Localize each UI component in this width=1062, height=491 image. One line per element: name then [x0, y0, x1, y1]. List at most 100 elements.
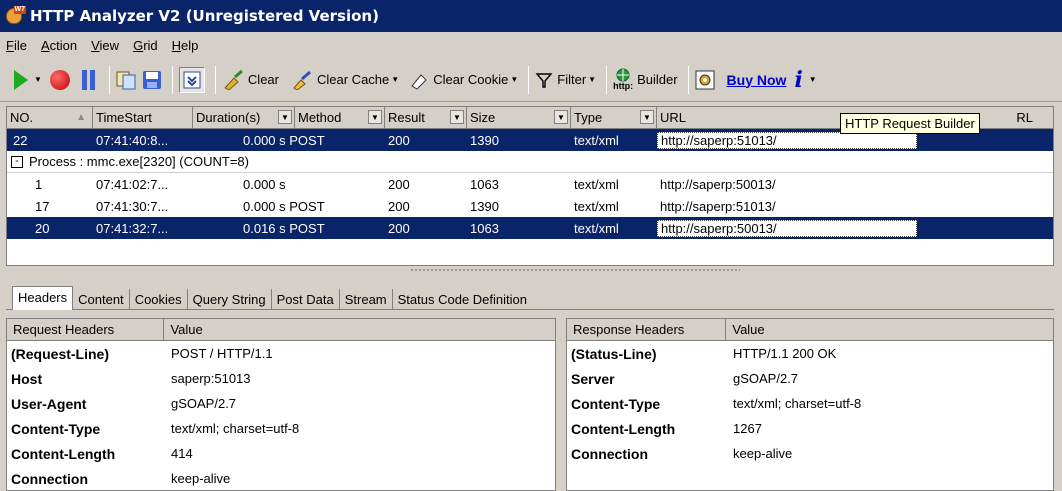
filter-button[interactable]: Filter ▼ — [535, 65, 596, 95]
filter-label: Filter — [557, 72, 587, 87]
menu-view[interactable]: View — [91, 38, 119, 53]
start-button[interactable]: ▼ — [10, 65, 42, 95]
chevron-down-icon[interactable]: ▼ — [809, 75, 817, 84]
tab-post-data[interactable]: Post Data — [272, 289, 340, 310]
tab-status-code-definition[interactable]: Status Code Definition — [393, 289, 532, 310]
chevron-down-icon: ▼ — [450, 110, 464, 124]
pause-icon — [81, 69, 95, 90]
col-size[interactable]: Size ▼ — [467, 107, 571, 128]
chevron-down-icon[interactable]: ▼ — [34, 75, 42, 84]
process-group-row[interactable]: - Process : mmc.exe[2320] (COUNT=8) — [7, 151, 1053, 173]
col-type[interactable]: Type ▼ — [571, 107, 657, 128]
col-method[interactable]: Method ▼ — [295, 107, 385, 128]
clear-button[interactable]: Clear — [222, 65, 279, 95]
tab-cookies[interactable]: Cookies — [130, 289, 188, 310]
copy-icon — [116, 71, 136, 89]
cell-result: 200 — [388, 132, 410, 148]
tab-content[interactable]: Content — [73, 289, 130, 310]
menu-help[interactable]: Help — [172, 38, 199, 53]
cell-size: 1390 — [470, 132, 499, 148]
list-item[interactable]: Content-Type text/xml; charset=utf-8 — [567, 391, 1053, 416]
col-duration[interactable]: Duration(s) ▼ — [193, 107, 295, 128]
list-item[interactable]: Connection keep-alive — [567, 441, 1053, 466]
save-button[interactable] — [142, 65, 162, 95]
chevron-down-icon: ▼ — [510, 75, 519, 84]
col-result[interactable]: Result ▼ — [385, 107, 467, 128]
stop-button[interactable] — [46, 65, 74, 95]
cell-type: text/xml — [574, 176, 619, 192]
menu-file[interactable]: File — [6, 38, 27, 53]
cell-time: 07:41:30:7... — [96, 198, 169, 214]
info-icon[interactable]: i — [794, 67, 802, 93]
save-icon — [142, 70, 161, 89]
chevron-down-icon: ▼ — [391, 75, 400, 84]
process-group-label: Process : mmc.exe[2320] (COUNT=8) — [29, 154, 249, 169]
list-item[interactable]: Server gSOAP/2.7 — [567, 366, 1053, 391]
collapse-icon[interactable]: - — [11, 155, 23, 168]
tab-query-string[interactable]: Query String — [188, 289, 272, 310]
chevron-down-icon: ▼ — [588, 75, 597, 84]
table-row[interactable]: 20 07:41:32:7... 0.016 s POST 200 1063 t… — [7, 217, 1053, 239]
pause-button[interactable] — [78, 65, 99, 95]
col-url-tail: RL — [1016, 110, 1033, 125]
cell-type: text/xml — [574, 220, 619, 236]
clear-cache-button[interactable]: Clear Cache ▼ — [291, 65, 399, 95]
col-no[interactable]: NO. ▲ — [7, 107, 93, 128]
builder-button[interactable]: http: Builder — [613, 65, 678, 95]
cell-duration: 0.016 s POST — [243, 220, 325, 236]
autoscroll-button[interactable] — [178, 66, 205, 93]
cell-size: 1063 — [470, 220, 499, 236]
tab-stream[interactable]: Stream — [340, 289, 393, 310]
detail-tabs: Headers Content Cookies Query String Pos… — [12, 286, 532, 310]
cell-result: 200 — [388, 198, 410, 214]
list-item[interactable]: Content-Type text/xml; charset=utf-8 — [7, 416, 555, 441]
col-value[interactable]: Value — [164, 319, 555, 340]
cell-no: 20 — [35, 220, 50, 236]
list-item[interactable]: Content-Length 1267 — [567, 416, 1053, 441]
filter-icon — [535, 72, 553, 88]
cell-result: 200 — [388, 220, 410, 236]
cell-duration: 0.000 s POST — [243, 198, 325, 214]
title-bar: W7 HTTP Analyzer V2 (Unregistered Versio… — [0, 0, 1062, 32]
cell-duration: 0.000 s POST — [243, 132, 325, 148]
table-row[interactable]: 1 07:41:02:7... 0.000 s 200 1063 text/xm… — [7, 173, 1053, 195]
tab-headers[interactable]: Headers — [12, 286, 74, 310]
gear-icon — [695, 70, 715, 89]
list-item[interactable]: Content-Length 414 — [7, 441, 555, 466]
cell-result: 200 — [388, 176, 410, 192]
settings-button[interactable] — [695, 65, 715, 95]
clear-label: Clear — [247, 72, 279, 87]
clear-cookie-label: Clear Cookie — [433, 72, 509, 87]
cell-type: text/xml — [574, 198, 619, 214]
list-item[interactable]: Connection keep-alive — [7, 466, 555, 490]
response-headers-panel[interactable]: Response Headers Value (Status-Line) HTTP… — [566, 318, 1054, 491]
cell-no: 17 — [35, 198, 50, 214]
list-item[interactable]: User-Agent gSOAP/2.7 — [7, 391, 555, 416]
cell-type: text/xml — [574, 132, 619, 148]
play-icon — [14, 69, 28, 90]
splitter-handle[interactable] — [410, 268, 740, 272]
cell-no: 1 — [35, 176, 43, 192]
globe-icon — [616, 68, 630, 82]
list-item[interactable]: Host saperp:51013 — [7, 366, 555, 391]
list-item[interactable]: (Status-Line) HTTP/1.1 200 OK — [567, 341, 1053, 366]
cell-size: 1390 — [470, 198, 499, 214]
buy-now-link[interactable]: Buy Now — [727, 72, 787, 88]
menu-action[interactable]: Action — [41, 38, 77, 53]
cell-size: 1063 — [470, 176, 499, 192]
clear-cookie-button[interactable]: Clear Cookie ▼ — [409, 65, 518, 95]
col-value[interactable]: Value — [726, 319, 1053, 340]
list-item[interactable]: (Request-Line) POST / HTTP/1.1 — [7, 341, 555, 366]
col-request-headers[interactable]: Request Headers — [7, 319, 165, 340]
brush-icon — [293, 70, 311, 90]
menu-grid[interactable]: Grid — [133, 38, 158, 53]
col-timestart[interactable]: TimeStart — [93, 107, 193, 128]
table-row[interactable]: 17 07:41:30:7... 0.000 s POST 200 1390 t… — [7, 195, 1053, 217]
col-response-headers[interactable]: Response Headers — [567, 319, 727, 340]
app-icon-badge: W7 — [13, 6, 26, 14]
app-icon: W7 — [6, 6, 26, 26]
chevron-down-icon: ▼ — [368, 110, 382, 124]
request-headers-panel[interactable]: Request Headers Value (Request-Line) POST… — [6, 318, 556, 491]
copy-button[interactable] — [116, 65, 138, 95]
clear-cache-label: Clear Cache — [317, 72, 390, 87]
